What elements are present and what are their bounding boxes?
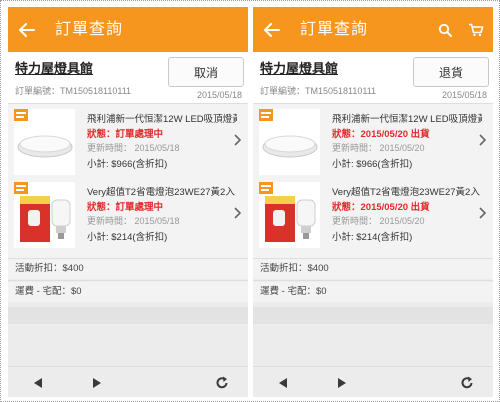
product-image-ceiling-lamp xyxy=(14,109,75,175)
order-number: 訂單編號：TM150518110111 xyxy=(260,86,377,96)
back-button[interactable] xyxy=(8,7,46,52)
order-date: 2015/05/18 xyxy=(441,90,487,100)
app-bar: 訂單查詢 xyxy=(253,7,493,52)
update-time: 更新時間： 2015/05/18 xyxy=(87,216,180,226)
cart-button[interactable] xyxy=(461,7,491,52)
refresh-button[interactable] xyxy=(454,367,480,397)
update-time: 更新時間： 2015/05/18 xyxy=(87,143,180,153)
triangle-right-icon xyxy=(338,377,346,388)
triangle-right-icon xyxy=(93,377,101,388)
back-arrow-icon xyxy=(264,22,280,37)
order-status: 狀態：2015/05/20 出貨 xyxy=(332,129,430,140)
discount-line: 活動折扣：$400 xyxy=(253,259,493,279)
product-image-bulb-box xyxy=(259,182,320,248)
chevron-right-icon xyxy=(479,134,489,148)
search-button[interactable] xyxy=(430,7,460,52)
chevron-right-icon xyxy=(234,207,244,221)
refresh-icon xyxy=(216,376,228,388)
order-status: 狀態：訂單處理中 xyxy=(87,202,164,213)
nav-back-button[interactable] xyxy=(25,367,51,397)
search-icon xyxy=(438,23,452,37)
order-header: 特力屋燈具館 訂單編號：TM150518110111 2015/05/18 退貨 xyxy=(253,52,493,103)
order-status: 狀態：2015/05/20 出貨 xyxy=(332,202,430,213)
page-title: 訂單查詢 xyxy=(55,21,124,38)
product-name: 飛利浦新一代恒潔12W LED吸頂燈黃光 xyxy=(87,114,237,125)
order-date: 2015/05/18 xyxy=(196,90,242,100)
back-arrow-icon xyxy=(19,22,35,37)
shipping-line: 運費 - 宅配：$0 xyxy=(8,282,248,302)
spacer-band xyxy=(8,307,248,324)
cancel-button[interactable]: 取消 xyxy=(168,57,244,87)
divider xyxy=(253,280,493,281)
order-header: 特力屋燈具館 訂單編號：TM150518110111 2015/05/18 取消 xyxy=(8,52,248,103)
order-number: 訂單編號：TM150518110111 xyxy=(15,86,132,96)
subtotal: 小計: $214(含折扣) xyxy=(87,232,168,243)
cart-icon xyxy=(469,23,484,36)
order-status: 狀態：訂單處理中 xyxy=(87,129,164,140)
phone-screen-cancel: 訂單查詢 特力屋燈具館 訂單編號：TM150518110111 2015/05/… xyxy=(8,7,248,397)
bottom-nav-bar xyxy=(253,366,493,397)
divider xyxy=(8,280,248,281)
update-time: 更新時間： 2015/05/20 xyxy=(332,216,425,226)
back-button[interactable] xyxy=(253,7,291,52)
return-button[interactable]: 退貨 xyxy=(413,57,489,87)
update-time: 更新時間： 2015/05/20 xyxy=(332,143,425,153)
bottom-nav-bar xyxy=(8,366,248,397)
discount-line: 活動折扣：$400 xyxy=(8,259,248,279)
phone-screen-return: 訂單查詢 特力屋燈具館 訂單編號：TM150518110111 2015/05/… xyxy=(253,7,493,397)
chevron-right-icon xyxy=(479,207,489,221)
subtotal: 小計: $966(含折扣) xyxy=(87,159,168,170)
nav-forward-button[interactable] xyxy=(329,367,355,397)
nav-back-button[interactable] xyxy=(270,367,296,397)
store-name-link[interactable]: 特力屋燈具館 xyxy=(260,58,338,77)
refresh-icon xyxy=(461,376,473,388)
order-item[interactable]: 飛利浦新一代恒潔12W LED吸頂燈黃光 狀態：2015/05/20 出貨 更新… xyxy=(253,104,493,186)
order-item[interactable]: 飛利浦新一代恒潔12W LED吸頂燈黃光 狀態：訂單處理中 更新時間： 2015… xyxy=(8,104,248,186)
app-bar: 訂單查詢 xyxy=(8,7,248,52)
triangle-left-icon xyxy=(279,377,287,388)
product-image-bulb-box xyxy=(14,182,75,248)
subtotal: 小計: $966(含折扣) xyxy=(332,159,413,170)
shipping-line: 運費 - 宅配：$0 xyxy=(253,282,493,302)
spacer-band xyxy=(253,307,493,324)
product-name: Very超值T2省電燈泡23WE27黃2入 xyxy=(332,187,480,198)
page-title: 訂單查詢 xyxy=(300,21,369,38)
product-name: 飛利浦新一代恒潔12W LED吸頂燈黃光 xyxy=(332,114,482,125)
product-image-ceiling-lamp xyxy=(259,109,320,175)
store-name-link[interactable]: 特力屋燈具館 xyxy=(15,58,93,77)
refresh-button[interactable] xyxy=(209,367,235,397)
order-item[interactable]: Very超值T2省電燈泡23WE27黃2入 狀態：訂單處理中 更新時間： 201… xyxy=(8,177,248,259)
triangle-left-icon xyxy=(34,377,42,388)
subtotal: 小計: $214(含折扣) xyxy=(332,232,413,243)
product-name: Very超值T2省電燈泡23WE27黃2入 xyxy=(87,187,235,198)
order-item[interactable]: Very超值T2省電燈泡23WE27黃2入 狀態：2015/05/20 出貨 更… xyxy=(253,177,493,259)
chevron-right-icon xyxy=(234,134,244,148)
nav-forward-button[interactable] xyxy=(84,367,110,397)
